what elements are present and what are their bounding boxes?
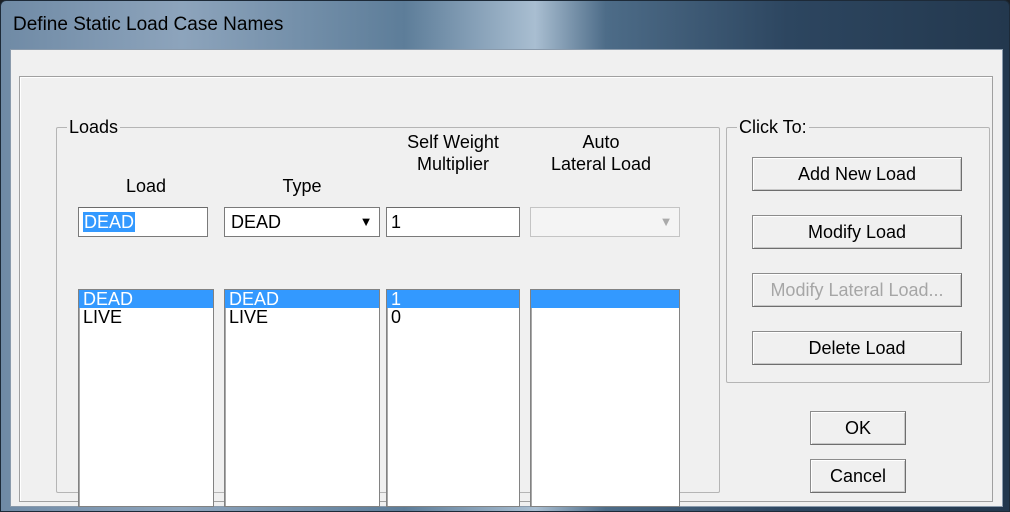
- list-item[interactable]: DEAD: [225, 290, 379, 308]
- dialog-panel: Loads Click To: Load Type Self Weight Mu…: [19, 76, 993, 507]
- header-self-weight-line2: Multiplier: [416, 154, 490, 174]
- load-type-combo[interactable]: DEAD ▼: [224, 207, 380, 237]
- list-item[interactable]: [531, 308, 679, 326]
- header-auto-line2: Lateral Load: [550, 154, 652, 174]
- auto-lateral-load-combo: ▼: [530, 207, 680, 237]
- list-item[interactable]: LIVE: [79, 308, 213, 326]
- list-item[interactable]: [531, 290, 679, 308]
- load-name-list[interactable]: DEAD LIVE: [78, 289, 214, 507]
- list-item[interactable]: 1: [387, 290, 519, 308]
- load-type-combo-value: DEAD: [231, 212, 282, 232]
- modify-lateral-load-button: Modify Lateral Load...: [752, 273, 962, 307]
- header-type: Type: [282, 176, 322, 196]
- header-auto-lateral-load: Auto Lateral Load: [526, 131, 676, 175]
- dialog-client-area: Loads Click To: Load Type Self Weight Mu…: [10, 49, 1003, 507]
- window-title: Define Static Load Case Names: [13, 14, 284, 35]
- chevron-down-icon: ▼: [659, 214, 673, 229]
- cancel-button[interactable]: Cancel: [810, 459, 906, 493]
- add-new-load-button[interactable]: Add New Load: [752, 157, 962, 191]
- loads-group-label: Loads: [69, 117, 119, 137]
- header-auto-line1: Auto: [582, 132, 620, 152]
- list-item[interactable]: 0: [387, 308, 519, 326]
- header-self-weight-multiplier: Self Weight Multiplier: [386, 131, 520, 175]
- list-item[interactable]: DEAD: [79, 290, 213, 308]
- self-weight-multiplier-input-value: 1: [391, 212, 402, 232]
- ok-button[interactable]: OK: [810, 411, 906, 445]
- chevron-down-icon[interactable]: ▼: [355, 210, 377, 234]
- list-item[interactable]: LIVE: [225, 308, 379, 326]
- header-self-weight-line1: Self Weight: [407, 132, 499, 152]
- self-weight-multiplier-list[interactable]: 1 0: [386, 289, 520, 507]
- header-load: Load: [125, 176, 167, 196]
- modify-load-button[interactable]: Modify Load: [752, 215, 962, 249]
- load-name-input[interactable]: DEAD: [78, 207, 208, 237]
- click-to-group-label: Click To:: [739, 117, 807, 137]
- self-weight-multiplier-input[interactable]: 1: [386, 207, 520, 237]
- load-type-list[interactable]: DEAD LIVE: [224, 289, 380, 507]
- dialog-window: Define Static Load Case Names Loads Clic…: [0, 0, 1010, 512]
- delete-load-button[interactable]: Delete Load: [752, 331, 962, 365]
- load-name-input-value: DEAD: [83, 212, 136, 232]
- auto-lateral-load-list[interactable]: [530, 289, 680, 507]
